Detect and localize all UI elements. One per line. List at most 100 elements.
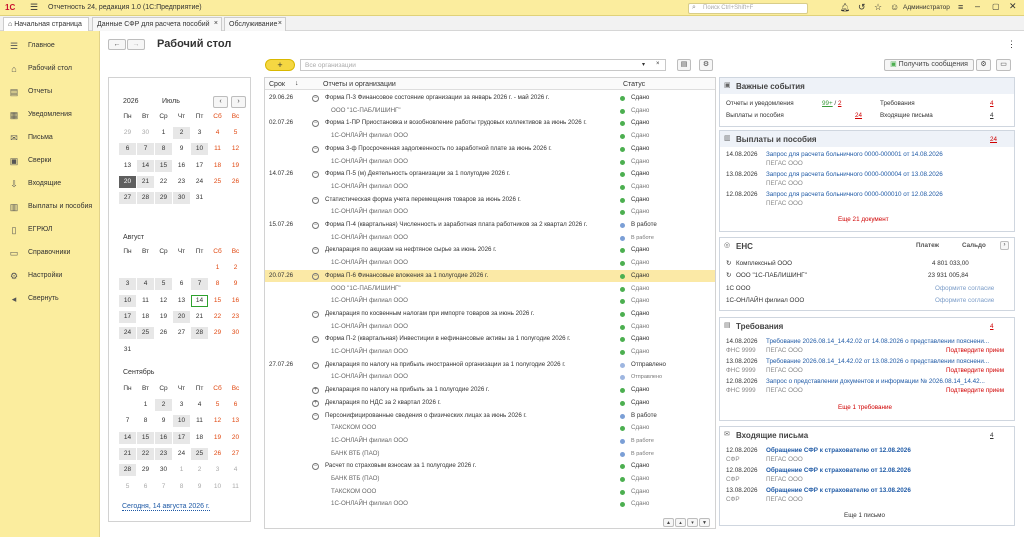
calendar-day[interactable]: 19 bbox=[209, 432, 226, 444]
refresh-icon[interactable]: ↻ bbox=[726, 272, 731, 279]
collapse-icon[interactable]: − bbox=[312, 196, 319, 204]
organization-select[interactable]: Все организации ▾ × bbox=[300, 59, 666, 71]
calendar-day[interactable]: 24 bbox=[119, 327, 136, 340]
add-button[interactable]: + bbox=[265, 59, 295, 71]
nav-collapse[interactable]: ◂ Свернуть bbox=[0, 289, 100, 309]
list-item[interactable]: ООО "1С-ПАБЛИШИНГ" Сдано bbox=[265, 283, 715, 296]
list-item[interactable]: − Персонифицированные сведения о физическ… bbox=[265, 410, 715, 423]
list-item[interactable]: БАНК ВТБ (ПАО) В работе bbox=[265, 448, 715, 461]
document-button[interactable]: ▤ bbox=[677, 59, 691, 71]
calendar-day[interactable]: 10 bbox=[209, 481, 226, 493]
calendar-day[interactable]: 13 bbox=[173, 295, 190, 307]
prev-month-button[interactable]: ‹ bbox=[213, 96, 228, 108]
incoming-count[interactable]: 4 bbox=[990, 432, 994, 439]
calendar-day[interactable]: 8 bbox=[137, 415, 154, 427]
calendar-day[interactable]: 6 bbox=[119, 143, 136, 156]
calendar-day[interactable]: 2 bbox=[227, 262, 244, 274]
calendar-day[interactable]: 15 bbox=[155, 159, 172, 172]
clear-icon[interactable]: × bbox=[656, 61, 660, 67]
star-icon[interactable]: ☆ bbox=[874, 2, 882, 13]
user-name[interactable]: Администратор bbox=[903, 4, 950, 11]
calendar-day[interactable]: 30 bbox=[155, 464, 172, 476]
maximize-icon[interactable]: ▢ bbox=[992, 2, 1000, 11]
expand-icon[interactable]: + bbox=[312, 399, 319, 407]
calendar-day[interactable]: 31 bbox=[191, 192, 208, 204]
scroll-up-button[interactable]: ▴ bbox=[675, 518, 686, 527]
status-column-header[interactable]: Статус bbox=[623, 81, 645, 88]
list-item[interactable]: 1С-ОНЛАЙН филиал ООО Сдано bbox=[265, 295, 715, 308]
list-item[interactable]: 15.07.26 − Форма П-4 (квартальная) Численн… bbox=[265, 219, 715, 232]
calendar-day[interactable]: 2 bbox=[173, 127, 190, 139]
calendar-day[interactable]: 10 bbox=[119, 294, 136, 307]
calendar-day[interactable]: 7 bbox=[119, 415, 136, 427]
scroll-top-button[interactable]: ▲ bbox=[663, 518, 674, 527]
calendar-day[interactable]: 1 bbox=[137, 399, 154, 411]
list-item[interactable]: 1С-ОНЛАЙН филиал ООО Сдано bbox=[265, 257, 715, 270]
calendar-day[interactable]: 9 bbox=[173, 143, 190, 155]
calendar-day[interactable]: 5 bbox=[227, 127, 244, 139]
calendar-day[interactable]: 26 bbox=[155, 327, 172, 339]
expand-button[interactable]: › bbox=[1000, 241, 1009, 250]
calendar-day[interactable]: 20 bbox=[173, 310, 190, 323]
list-item[interactable]: − Декларация по акцизам на нефтяное сырье… bbox=[265, 244, 715, 257]
list-item[interactable]: 1С-ОНЛАЙН филиал ООО Сдано bbox=[265, 321, 715, 334]
confirm-link[interactable]: Подтвердите прием bbox=[946, 347, 1004, 354]
more-link[interactable]: Еще 1 требование bbox=[838, 404, 892, 411]
collapse-icon[interactable]: − bbox=[312, 171, 319, 179]
nav-egrul[interactable]: ▯ ЕГРЮЛ bbox=[0, 220, 100, 240]
item-link[interactable]: Обращение СФР к страхователю от 12.08.20… bbox=[766, 467, 911, 474]
list-item[interactable]: − Расчет по страховым взносам за 1 полуго… bbox=[265, 460, 715, 473]
hide-button[interactable]: ▭ bbox=[996, 59, 1011, 71]
item-link[interactable]: Запрос для расчета больничного 0000-0000… bbox=[766, 191, 943, 198]
calendar-day[interactable]: 13 bbox=[227, 415, 244, 427]
calendar-day[interactable]: 18 bbox=[137, 311, 154, 323]
settings-button[interactable]: ⚙ bbox=[976, 59, 991, 71]
calendar-day[interactable]: 22 bbox=[137, 447, 154, 460]
reports-column-header[interactable]: Отчеты и организации bbox=[323, 81, 396, 88]
list-item[interactable]: 1С-ОНЛАЙН филиал ООО В работе bbox=[265, 435, 715, 448]
calendar-day[interactable]: 24 bbox=[191, 176, 208, 188]
item-link[interactable]: Обращение СФР к страхователю от 13.08.20… bbox=[766, 487, 911, 494]
calendar-day[interactable]: 6 bbox=[227, 399, 244, 411]
calendar-day[interactable]: 21 bbox=[119, 447, 136, 460]
list-item[interactable]: ТАКСКОМ ООО Сдано bbox=[265, 486, 715, 499]
list-item[interactable]: 1С-ОНЛАЙН филиал ООО Сдано bbox=[265, 498, 715, 511]
calendar-day[interactable]: 7 bbox=[191, 278, 208, 291]
nav-letters[interactable]: ✉ Письма bbox=[0, 128, 100, 148]
list-item[interactable]: − Декларация по косвенным налогам при имп… bbox=[265, 308, 715, 321]
item-link[interactable]: Требование 2026.08.14_14.42.02 от 14.08.… bbox=[766, 338, 989, 345]
calendar-day[interactable]: 30 bbox=[227, 327, 244, 339]
calendar-day[interactable]: 15 bbox=[209, 295, 226, 307]
calendar-day[interactable]: 9 bbox=[155, 415, 172, 427]
search-input[interactable]: Поиск Ctrl+Shift+F ⌕ bbox=[688, 3, 808, 14]
calendar-day[interactable]: 6 bbox=[173, 278, 190, 290]
calendar-day[interactable]: 29 bbox=[209, 327, 226, 339]
calendar-day[interactable]: 20 bbox=[227, 432, 244, 444]
calendar-day[interactable]: 16 bbox=[227, 295, 244, 307]
close-icon[interactable]: × bbox=[214, 20, 218, 27]
calendar-day[interactable]: 6 bbox=[137, 481, 154, 493]
back-button[interactable]: ← bbox=[108, 39, 126, 50]
item-link[interactable]: Обращение СФР к страхователю от 12.08.20… bbox=[766, 447, 911, 454]
list-item[interactable]: 1С-ОНЛАЙН филиал ООО В работе bbox=[265, 232, 715, 245]
calendar-day[interactable]: 8 bbox=[209, 278, 226, 290]
today-link[interactable]: Сегодня, 14 августа 2026 г. bbox=[122, 503, 210, 511]
requirements-count[interactable]: 4 bbox=[990, 323, 994, 330]
get-messages-button[interactable]: ▣ Получить сообщения bbox=[884, 59, 974, 71]
minimize-icon[interactable]: – bbox=[975, 1, 980, 11]
calendar-day[interactable]: 10 bbox=[173, 415, 190, 428]
calendar-day[interactable]: 9 bbox=[227, 278, 244, 290]
calendar-day[interactable]: 27 bbox=[119, 192, 136, 205]
calendar-day[interactable]: 11 bbox=[191, 415, 208, 427]
settings-icon[interactable]: ≡ bbox=[958, 2, 963, 12]
more-icon[interactable]: ⋮ bbox=[1007, 39, 1016, 50]
calendar-day[interactable]: 28 bbox=[191, 327, 208, 340]
calendar-day[interactable]: 27 bbox=[227, 448, 244, 460]
list-item[interactable]: − Форма П-2 (квартальная) Инвестиции в не… bbox=[265, 333, 715, 346]
calendar-day[interactable]: 8 bbox=[173, 481, 190, 493]
confirm-link[interactable]: Подтвердите прием bbox=[946, 387, 1004, 394]
collapse-icon[interactable]: − bbox=[312, 247, 319, 255]
calendar-day[interactable]: 27 bbox=[173, 327, 190, 339]
calendar-day[interactable]: 22 bbox=[155, 176, 172, 188]
list-item[interactable]: 02.07.26 − Форма 1-ПР Приостановка и возоб… bbox=[265, 117, 715, 130]
